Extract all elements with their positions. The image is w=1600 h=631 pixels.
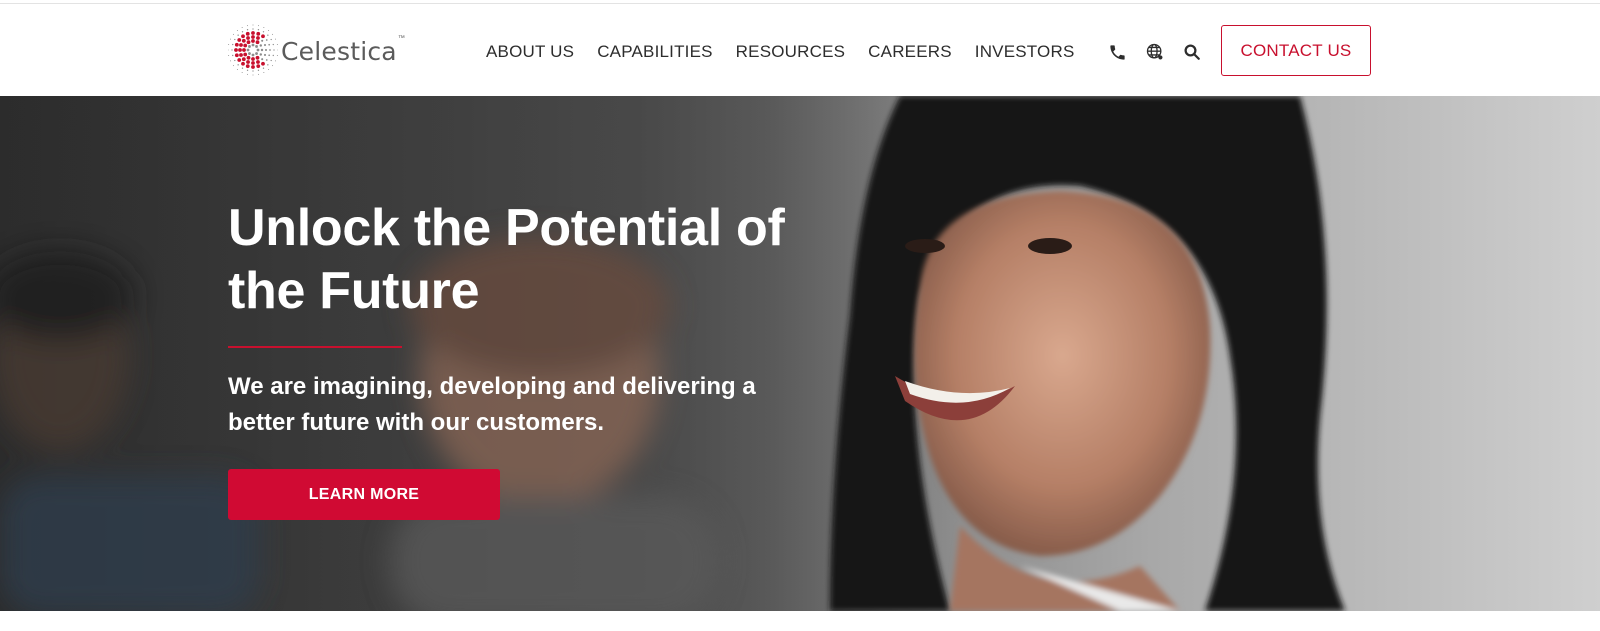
nav-investors[interactable]: INVESTORS — [975, 42, 1075, 62]
globe-icon[interactable] — [1143, 40, 1167, 64]
main-navigation: ABOUT US CAPABILITIES RESOURCES CAREERS … — [486, 42, 1098, 62]
learn-more-button[interactable]: LEARN MORE — [228, 469, 500, 520]
site-header: Celestica ™ ABOUT US CAPABILITIES RESOURC… — [0, 4, 1600, 96]
nav-capabilities[interactable]: CAPABILITIES — [597, 42, 712, 62]
hero-banner: Unlock the Potential of the Future We ar… — [0, 96, 1600, 611]
hero-subtitle: We are imagining, developing and deliver… — [228, 373, 756, 436]
phone-icon[interactable] — [1105, 40, 1129, 64]
celestica-logo[interactable]: Celestica ™ — [228, 22, 405, 78]
logo-wordmark: Celestica — [281, 36, 397, 66]
hero-title: Unlock the Potential of the Future — [228, 199, 785, 320]
nav-about-us[interactable]: ABOUT US — [486, 42, 574, 62]
starburst-logo-icon — [228, 24, 278, 76]
trademark-symbol: ™ — [397, 34, 405, 42]
search-icon[interactable] — [1180, 40, 1204, 64]
hero-background-image — [0, 96, 1345, 611]
nav-resources[interactable]: RESOURCES — [736, 42, 846, 62]
contact-us-button[interactable]: CONTACT US — [1221, 25, 1371, 76]
hero-accent-divider — [228, 346, 402, 348]
nav-careers[interactable]: CAREERS — [868, 42, 952, 62]
